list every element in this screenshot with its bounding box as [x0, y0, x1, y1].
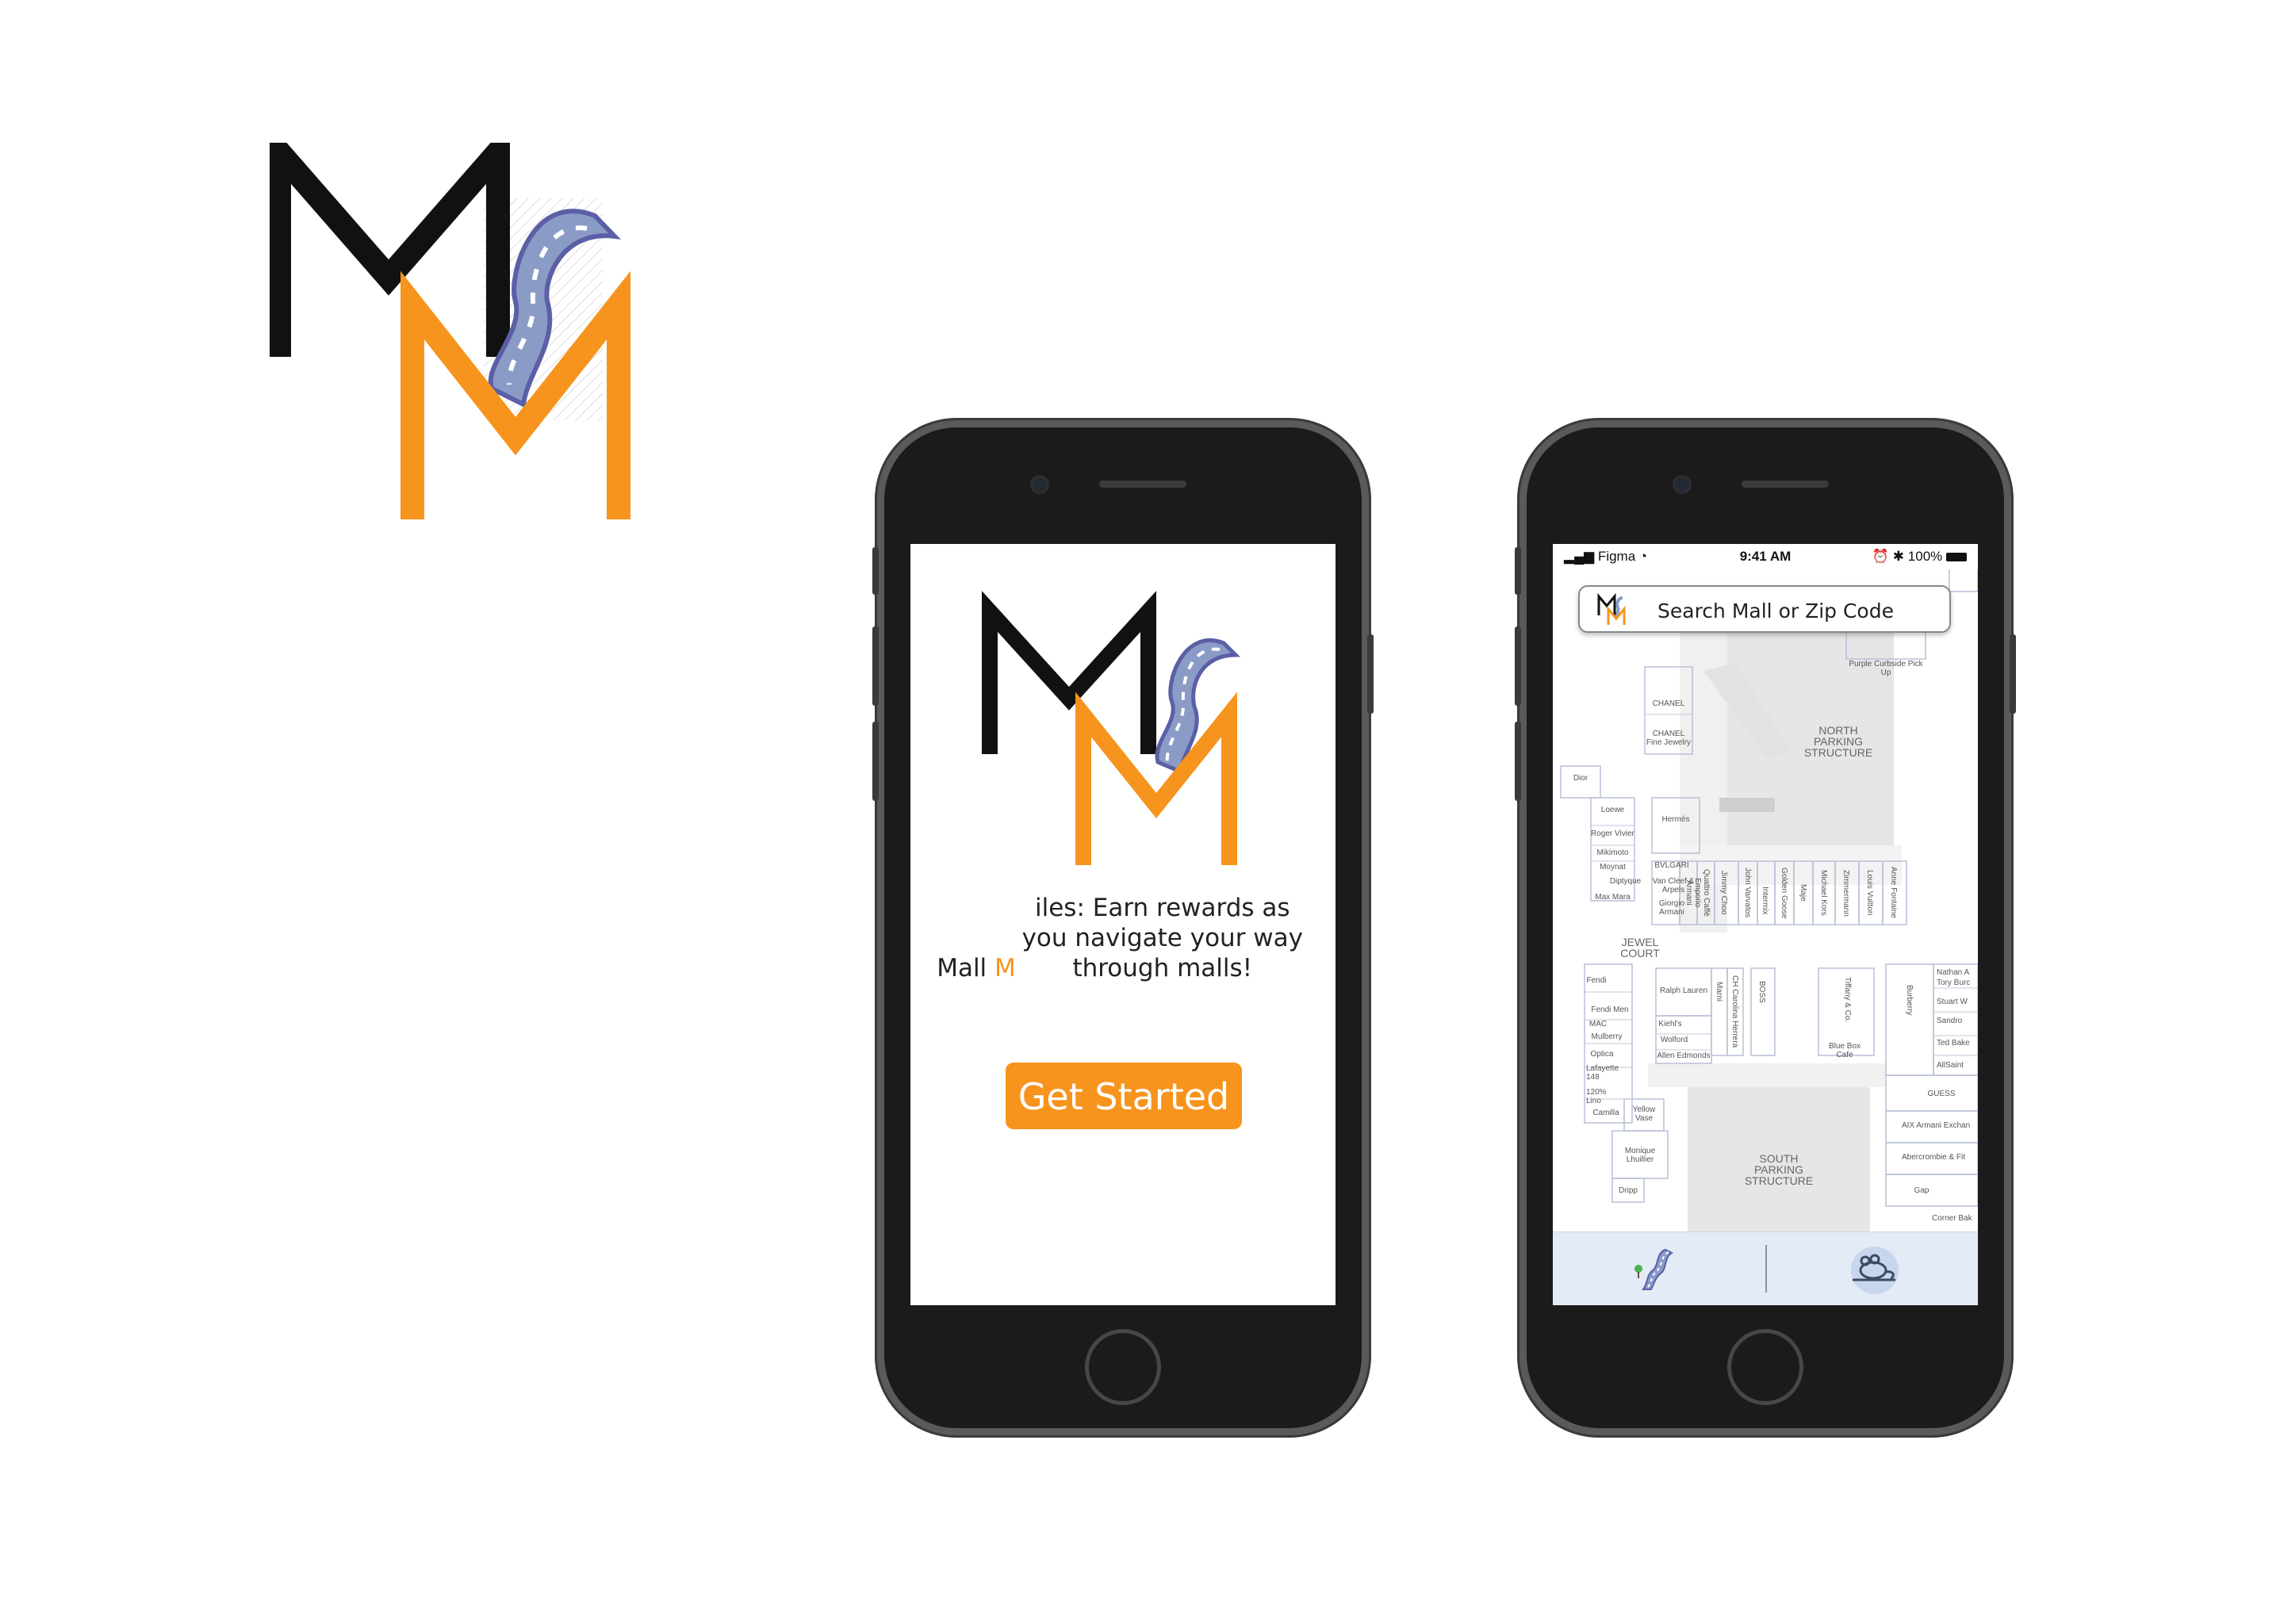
- get-started-button[interactable]: Get Started: [1006, 1063, 1242, 1129]
- phone-welcome: Mall Miles: Earn rewards as you navigate…: [872, 420, 1374, 1435]
- store-blue-box-cafe[interactable]: Blue Box Cafe: [1821, 1042, 1868, 1059]
- tagline-m: M: [994, 954, 1016, 982]
- status-bar: ▂▄▆ Figma ◔ 9:41 AM ⏰ ✱ 100%: [1553, 544, 1978, 569]
- store-maje[interactable]: Maje: [1799, 869, 1807, 917]
- store-ch-carolina-herrera[interactable]: CH Carolina Herrera: [1730, 972, 1739, 1051]
- store-fendi-men[interactable]: Fendi Men: [1586, 1005, 1634, 1014]
- store-zimmermann[interactable]: Zimmermann: [1841, 865, 1850, 921]
- store-intermix[interactable]: Intermix: [1761, 881, 1769, 921]
- tagline-post: iles: Earn rewards as you navigate your …: [1021, 894, 1303, 982]
- mall-map[interactable]: CHANEL CHANEL Fine Jewelry Dior Loewe Ro…: [1553, 544, 1978, 1305]
- store-guess[interactable]: GUESS: [1918, 1090, 1965, 1098]
- store-michael-kors[interactable]: Michael Kors: [1819, 865, 1828, 921]
- mall-miles-logo-small: [1597, 592, 1626, 625]
- store-optica[interactable]: Optica: [1586, 1050, 1618, 1059]
- store-emporio-armani[interactable]: Emporio Armani: [1684, 865, 1702, 921]
- store-louis-vuitton[interactable]: Louis Vuitton: [1865, 865, 1874, 921]
- store-allsaints[interactable]: AllSaint: [1937, 1061, 1978, 1070]
- store-tory-burch[interactable]: Tory Burc: [1937, 979, 1978, 987]
- store-john-varvatos[interactable]: John Varvatos: [1743, 865, 1752, 921]
- tab-profile[interactable]: [1846, 1242, 1902, 1296]
- search-input[interactable]: Search Mall or Zip Code: [1657, 599, 1894, 622]
- store-yellow-vase[interactable]: Yellow Vase: [1624, 1105, 1664, 1123]
- south-parking-label: SOUTH PARKING STRUCTURE: [1744, 1152, 1814, 1187]
- store-dripp[interactable]: Dripp: [1613, 1186, 1643, 1195]
- north-parking-label: NORTH PARKING STRUCTURE: [1803, 724, 1873, 759]
- store-tiffany[interactable]: Tiffany & Co.: [1843, 972, 1852, 1028]
- tagline: Mall Miles: Earn rewards as you navigate…: [910, 893, 1336, 983]
- store-roger-vivier[interactable]: Roger Vivier: [1591, 829, 1646, 838]
- store-dior[interactable]: Dior: [1562, 774, 1599, 783]
- mute-switch: [872, 547, 879, 595]
- volume-up-button: [1515, 626, 1521, 706]
- battery-icon: [1946, 553, 1967, 562]
- store-120-lino[interactable]: 120% Lino: [1586, 1088, 1618, 1105]
- store-lafayette[interactable]: Lafayette 148: [1586, 1064, 1631, 1082]
- purple-curbside-label[interactable]: Purple Curbside Pick Up: [1848, 660, 1924, 677]
- volume-down-button: [872, 722, 879, 801]
- front-camera: [1675, 477, 1689, 492]
- welcome-screen: Mall Miles: Earn rewards as you navigate…: [910, 544, 1336, 1305]
- store-mac[interactable]: MAC: [1586, 1020, 1610, 1028]
- store-chanel[interactable]: CHANEL: [1645, 699, 1692, 708]
- store-abercrombie[interactable]: Abercrombie & Fit: [1902, 1153, 1978, 1162]
- power-button: [1367, 634, 1374, 714]
- store-stuart-weitzman[interactable]: Stuart W: [1937, 998, 1978, 1006]
- alarm-icon: ⏰: [1872, 549, 1890, 564]
- mouse-car-icon: [1851, 1247, 1899, 1294]
- phone-map: CHANEL CHANEL Fine Jewelry Dior Loewe Ro…: [1515, 420, 2016, 1435]
- store-golden-goose[interactable]: Golden Goose: [1780, 865, 1788, 921]
- mall-miles-logo-large: [267, 121, 630, 519]
- jewel-court-label: JEWEL COURT: [1620, 936, 1660, 959]
- store-monique-lhuillier[interactable]: Monique Lhuillier: [1615, 1147, 1665, 1164]
- road-icon: [1634, 1248, 1674, 1290]
- brand-logo: [267, 121, 634, 523]
- store-camilla[interactable]: Camilla: [1586, 1109, 1626, 1117]
- status-right: ⏰ ✱ 100%: [1872, 549, 1967, 565]
- volume-down-button: [1515, 722, 1521, 801]
- earpiece-speaker: [1099, 481, 1186, 488]
- store-quattro-caffe[interactable]: Quattro Caffè: [1702, 865, 1711, 921]
- home-button[interactable]: [1727, 1329, 1803, 1405]
- store-sandro[interactable]: Sandro: [1937, 1017, 1978, 1025]
- battery-percent: 100%: [1907, 549, 1943, 564]
- mute-switch: [1515, 547, 1521, 595]
- store-ted-baker[interactable]: Ted Bake: [1937, 1039, 1978, 1048]
- volume-up-button: [872, 626, 879, 706]
- store-burberry[interactable]: Burberry: [1905, 976, 1914, 1024]
- mall-miles-logo: [982, 591, 1241, 865]
- store-allen-edmonds[interactable]: Allen Edmonds: [1656, 1051, 1711, 1060]
- home-button[interactable]: [1085, 1329, 1161, 1405]
- store-boss[interactable]: BOSS: [1757, 972, 1766, 1012]
- store-marni[interactable]: Marni: [1715, 972, 1723, 1012]
- tagline-pre: Mall: [937, 954, 995, 982]
- search-bar[interactable]: Search Mall or Zip Code: [1578, 585, 1951, 633]
- tab-bar: [1553, 1231, 1978, 1305]
- front-camera: [1033, 477, 1047, 492]
- store-kiehls[interactable]: Kiehl's: [1656, 1020, 1684, 1028]
- store-hermes[interactable]: Hermès: [1652, 815, 1700, 824]
- store-ralph-lauren[interactable]: Ralph Lauren: [1656, 986, 1711, 995]
- store-moynat[interactable]: Moynat: [1591, 863, 1634, 871]
- store-mulberry[interactable]: Mulberry: [1586, 1032, 1627, 1041]
- power-button: [2010, 634, 2016, 714]
- bluetooth-icon: ✱: [1892, 549, 1905, 564]
- store-gap[interactable]: Gap: [1902, 1186, 1941, 1195]
- store-diptyque[interactable]: Diptyque: [1604, 877, 1647, 886]
- store-aix[interactable]: AIX Armani Exchan: [1902, 1121, 1978, 1130]
- store-mikimoto[interactable]: Mikimoto: [1591, 848, 1634, 857]
- earpiece-speaker: [1742, 481, 1829, 488]
- store-fendi[interactable]: Fendi: [1585, 976, 1608, 985]
- store-nathan[interactable]: Nathan A: [1937, 968, 1978, 977]
- store-max-mara[interactable]: Max Mara: [1591, 893, 1634, 902]
- store-loewe[interactable]: Loewe: [1591, 806, 1634, 814]
- store-corner-bakery[interactable]: Corner Bak: [1932, 1214, 1978, 1223]
- store-chanel-fine[interactable]: CHANEL Fine Jewelry: [1645, 730, 1692, 747]
- store-anne-fontaine[interactable]: Anne Fontaine: [1889, 865, 1898, 921]
- tab-divider: [1765, 1245, 1767, 1293]
- map-screen: CHANEL CHANEL Fine Jewelry Dior Loewe Ro…: [1553, 544, 1978, 1305]
- store-wolford[interactable]: Wolford: [1656, 1036, 1692, 1044]
- store-jimmy-choo[interactable]: Jimmy Choo: [1719, 865, 1728, 921]
- tab-route[interactable]: [1632, 1245, 1680, 1293]
